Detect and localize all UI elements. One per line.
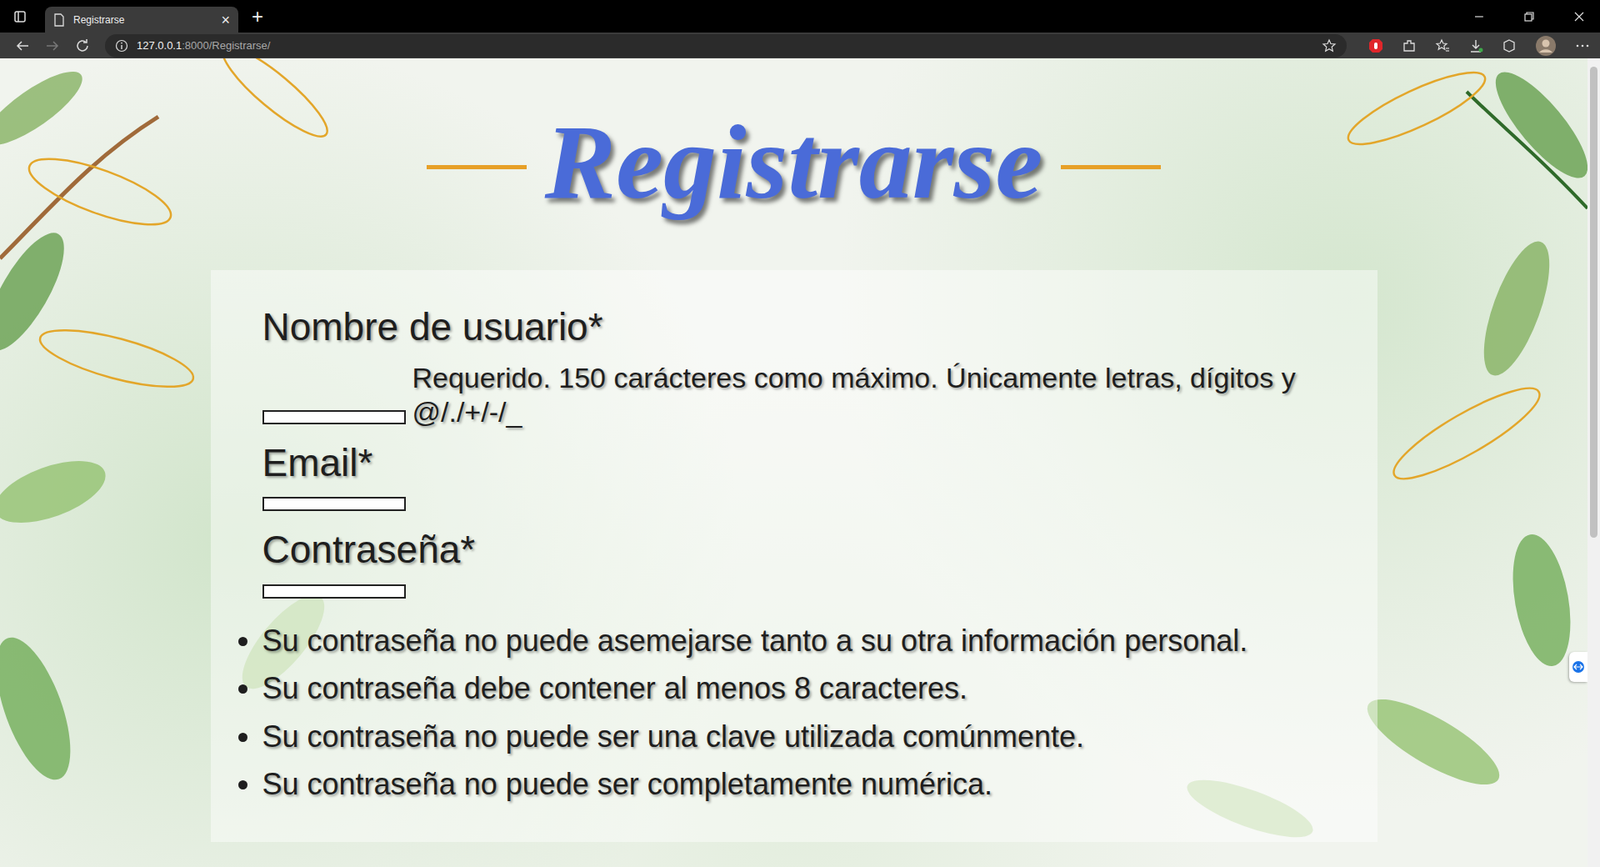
- form-field: Email*: [262, 439, 1328, 527]
- field-label: Nombre de usuario*: [262, 303, 1328, 352]
- address-bar[interactable]: 127.0.0.1:8000/Registrarse/: [105, 34, 1347, 58]
- tab-bar: Registrarse × +: [0, 0, 1600, 33]
- text-input[interactable]: [262, 584, 406, 599]
- adblock-icon[interactable]: [1368, 38, 1384, 54]
- scrollbar-thumb[interactable]: [1590, 66, 1598, 538]
- scrollbar[interactable]: [1587, 58, 1600, 867]
- close-window-icon[interactable]: [1573, 10, 1585, 23]
- back-icon[interactable]: [15, 38, 30, 54]
- password-rule: Su contraseña debe contener al menos 8 c…: [262, 664, 1328, 713]
- tab-actions-icon[interactable]: [13, 10, 27, 24]
- field-label: Contraseña*: [262, 525, 1328, 575]
- page: Registrarse Nombre de usuario* Requerido…: [0, 58, 1588, 867]
- extensions-icon[interactable]: [1401, 38, 1417, 54]
- password-rules: Su contraseña no puede asemejarse tanto …: [262, 616, 1328, 809]
- register-form: Nombre de usuario* Requerido. 150 caráct…: [210, 270, 1378, 842]
- title-rule-right: [1060, 165, 1161, 170]
- favorite-star-icon[interactable]: [1321, 38, 1337, 54]
- password-rule: Su contraseña no puede ser una clave uti…: [262, 712, 1328, 761]
- page-icon: [53, 13, 65, 27]
- side-widget-icon[interactable]: [1569, 651, 1588, 682]
- downloads-icon[interactable]: [1468, 38, 1484, 54]
- new-tab-button[interactable]: +: [251, 6, 264, 27]
- browser-tab[interactable]: Registrarse ×: [45, 6, 239, 33]
- password-rule: Su contraseña no puede ser completamente…: [262, 760, 1328, 809]
- form-field: Nombre de usuario* Requerido. 150 caráct…: [262, 303, 1328, 440]
- profile-avatar-icon[interactable]: [1535, 35, 1557, 57]
- info-icon[interactable]: [115, 39, 129, 53]
- favorites-icon[interactable]: [1435, 38, 1450, 54]
- minimize-icon[interactable]: [1473, 10, 1485, 23]
- form-field: Contraseña*: [262, 525, 1328, 614]
- close-tab-button[interactable]: ×: [220, 12, 230, 28]
- viewport: Registrarse Nombre de usuario* Requerido…: [0, 58, 1600, 867]
- text-input[interactable]: [262, 410, 406, 425]
- more-icon[interactable]: [1575, 38, 1590, 54]
- forward-icon: [45, 38, 60, 54]
- browser-window: Registrarse × + 127.0.0.1:8000/Registrar…: [0, 0, 1600, 867]
- text-input[interactable]: [262, 496, 406, 511]
- restore-icon[interactable]: [1523, 10, 1535, 23]
- help-text: Requerido. 150 carácteres como máximo. Ú…: [412, 360, 1328, 430]
- page-header: Registrarse: [0, 98, 1588, 237]
- password-rule: Su contraseña no puede asemejarse tanto …: [262, 616, 1328, 665]
- reload-icon[interactable]: [75, 38, 90, 54]
- field-label: Email*: [262, 439, 1328, 488]
- page-title: Registrarse: [538, 98, 1050, 237]
- address-toolbar: 127.0.0.1:8000/Registrarse/: [0, 32, 1600, 59]
- title-rule-left: [426, 165, 527, 170]
- collections-icon[interactable]: [1501, 38, 1517, 54]
